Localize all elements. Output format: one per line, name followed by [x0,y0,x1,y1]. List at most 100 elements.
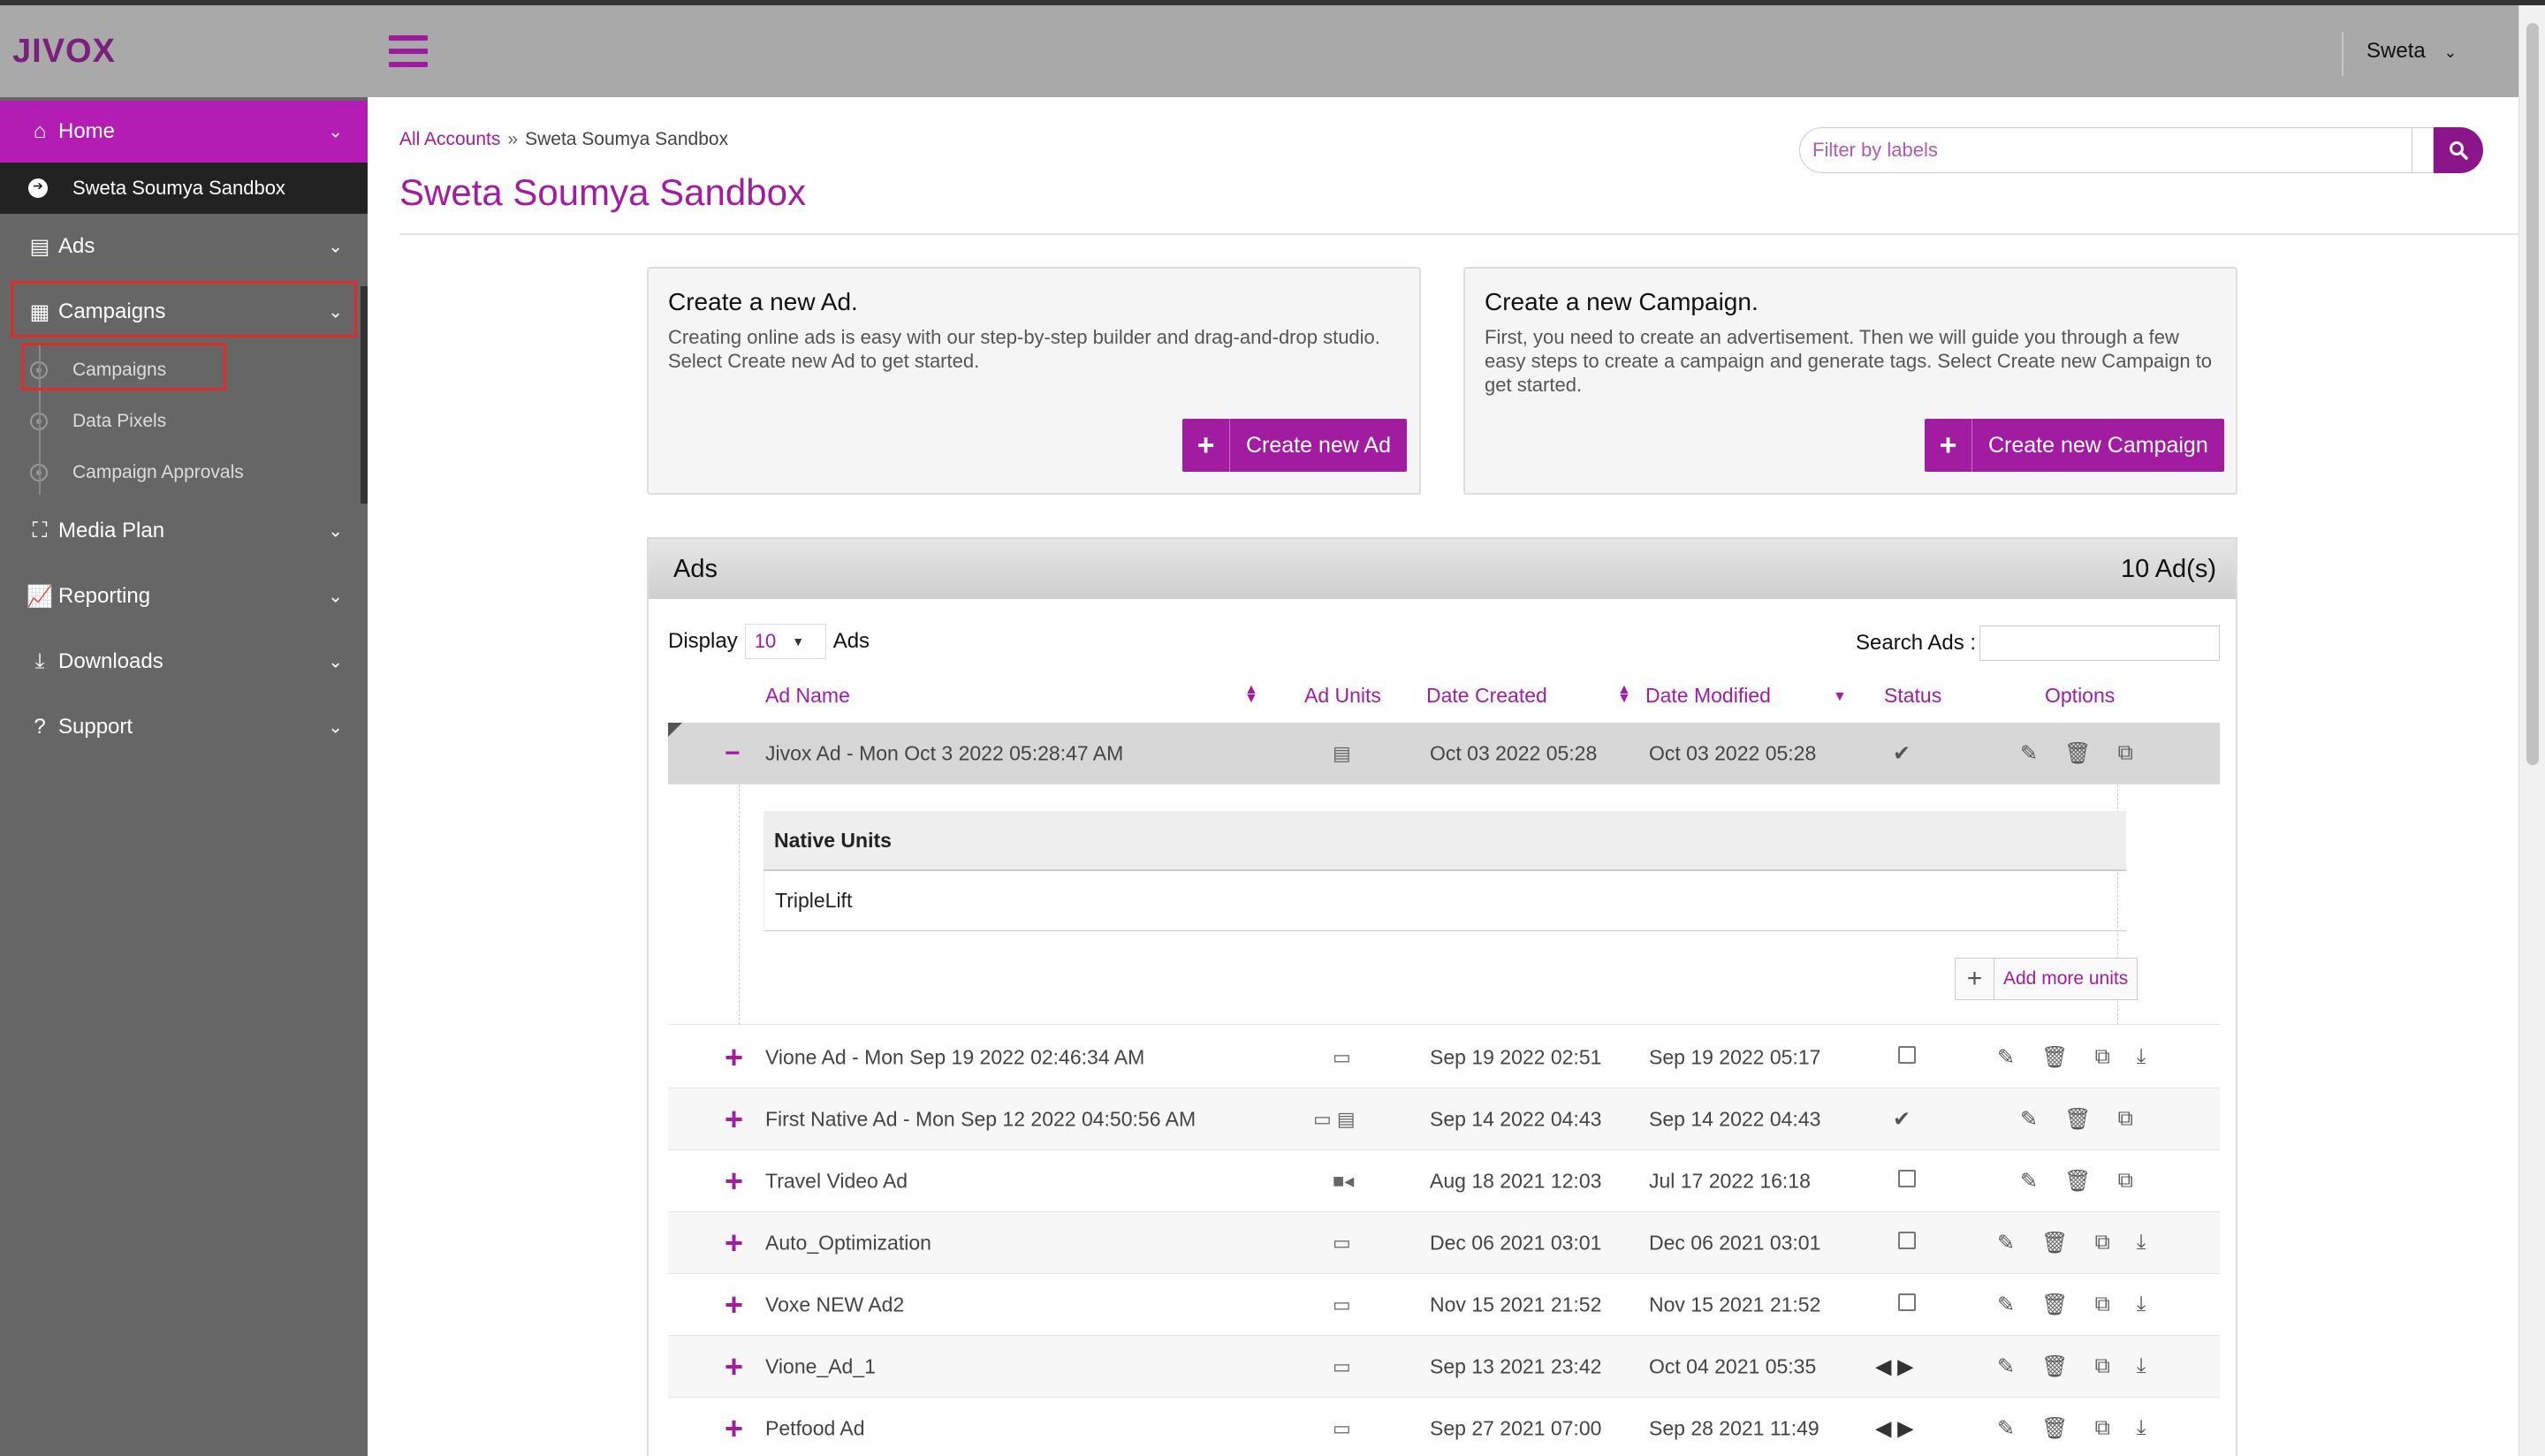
expand-icon[interactable]: + [725,1039,743,1076]
column-status[interactable]: Status [1884,684,1941,708]
download-icon[interactable]: ⤓ [2137,1292,2146,1317]
table-row[interactable]: + First Native Ad - Mon Sep 12 2022 04:5… [668,1088,2220,1150]
expand-icon[interactable]: + [725,1348,743,1385]
sidebar-item-reporting[interactable]: 📈 Reporting ⌄ [0,564,368,629]
breadcrumb-all-accounts[interactable]: All Accounts [399,129,500,149]
sidebar-item-label: Reporting [58,584,151,608]
sidebar-item-downloads[interactable]: ⤓ Downloads ⌄ [0,629,368,694]
ad-name[interactable]: Jivox Ad - Mon Oct 3 2022 05:28:47 AM [765,741,1123,765]
column-ad-name[interactable]: Ad Name [765,684,850,708]
expand-icon[interactable]: + [725,1410,743,1447]
search-button[interactable] [2434,127,2483,173]
table-row[interactable]: + Travel Video Ad ■◂ Aug 18 2021 12:03 J… [668,1150,2220,1212]
column-date-created[interactable]: Date Created [1426,684,1547,708]
collapse-icon[interactable]: − [725,739,741,769]
sidebar-item-home[interactable]: ⌂ Home ⌄ [0,101,368,163]
ad-name[interactable]: Travel Video Ad [765,1169,908,1193]
edit-icon[interactable]: ✎ [2020,1168,2038,1194]
logo[interactable]: JIVOX [12,33,116,71]
download-icon[interactable]: ⤓ [2137,1230,2146,1255]
arrow-right-icon[interactable]: ▶ [1897,1416,1913,1440]
sidebar-item-ads[interactable]: ▤ Ads ⌄ [0,214,368,279]
sidebar-item-media-plan[interactable]: ⛶ Media Plan ⌄ [0,498,368,564]
sort-icon[interactable]: ▲ ▼ [1244,683,1258,706]
display-count-select[interactable]: 10 ▼ [744,624,826,659]
user-menu[interactable]: Sweta ⌄ [2366,39,2457,64]
sidebar-subitem-data-pixels[interactable]: Data Pixels [0,396,368,447]
copy-icon[interactable]: ⧉ [2095,1044,2110,1070]
search-ads-input[interactable] [1979,626,2220,661]
edit-icon[interactable]: ✎ [2020,740,2038,766]
create-new-ad-button[interactable]: + Create new Ad [1182,419,1407,472]
copy-icon[interactable]: ⧉ [2095,1354,2110,1379]
native-unit-item[interactable]: TripleLift [764,871,2126,931]
status-arrows[interactable]: ◀ ▶ [1875,1354,1914,1379]
edit-icon[interactable]: ✎ [1997,1354,2015,1379]
column-date-modified[interactable]: Date Modified [1645,684,1771,708]
copy-icon[interactable]: ⧉ [2095,1415,2110,1441]
ad-name[interactable]: Voxe NEW Ad2 [765,1293,904,1316]
download-icon[interactable]: ⤓ [2137,1415,2146,1441]
sort-desc-icon[interactable]: ▼ [1833,690,1847,704]
add-more-units-button[interactable]: + Add more units [1955,958,2139,1000]
trash-icon[interactable]: 🗑 [2041,1354,2068,1379]
ad-name[interactable]: Petfood Ad [765,1416,865,1440]
edit-icon[interactable]: ✎ [1997,1044,2015,1070]
ad-name[interactable]: Auto_Optimization [765,1231,931,1255]
highlight-campaigns-subitem [21,343,226,391]
sidebar-item-label: Sweta Soumya Sandbox [72,177,285,199]
table-row[interactable]: + Petfood Ad ▭ Sep 27 2021 07:00 Sep 28 … [668,1398,2220,1456]
expand-icon[interactable]: + [725,1163,743,1200]
card-title: Create a new Ad. [668,288,858,315]
scrollbar-thumb[interactable] [2526,23,2539,765]
copy-icon[interactable]: ⧉ [2118,1106,2133,1132]
download-icon[interactable]: ⤓ [2137,1044,2146,1070]
expand-icon[interactable]: + [725,1286,743,1323]
status-checkbox[interactable] [1896,1169,1916,1194]
sort-icon[interactable]: ▲ ▼ [1617,683,1631,706]
expand-icon[interactable]: + [725,1225,743,1262]
trash-icon[interactable]: 🗑 [2064,740,2091,766]
status-checkbox[interactable] [1896,1293,1916,1317]
arrow-left-icon[interactable]: ◀ [1875,1354,1891,1378]
edit-icon[interactable]: ✎ [1997,1230,2015,1255]
edit-icon[interactable]: ✎ [2020,1106,2038,1132]
arrow-right-icon[interactable]: ▶ [1897,1354,1913,1378]
copy-icon[interactable]: ⧉ [2118,1168,2133,1194]
sidebar-current-account[interactable]: ➔ Sweta Soumya Sandbox [0,163,368,214]
sidebar-subitem-campaign-approvals[interactable]: Campaign Approvals [0,447,368,498]
table-row[interactable]: + Voxe NEW Ad2 ▭ Nov 15 2021 21:52 Nov 1… [668,1274,2220,1336]
edit-icon[interactable]: ✎ [1997,1292,2015,1317]
expand-icon[interactable]: + [725,1101,743,1138]
ad-name[interactable]: Vione_Ad_1 [765,1354,876,1378]
table-row[interactable]: + Vione Ad - Mon Sep 19 2022 02:46:34 AM… [668,1027,2220,1088]
arrow-left-icon[interactable]: ◀ [1875,1416,1891,1440]
ad-name[interactable]: Vione Ad - Mon Sep 19 2022 02:46:34 AM [765,1045,1144,1069]
trash-icon[interactable]: 🗑 [2041,1292,2068,1317]
status-arrows[interactable]: ◀ ▶ [1875,1415,1914,1441]
page-scrollbar[interactable] [2518,5,2545,1456]
filter-labels-input[interactable] [1799,127,2412,173]
trash-icon[interactable]: 🗑 [2064,1168,2091,1194]
ad-name[interactable]: First Native Ad - Mon Sep 12 2022 04:50:… [765,1107,1196,1131]
status-checkbox[interactable] [1896,1045,1916,1070]
copy-icon[interactable]: ⧉ [2118,740,2133,766]
table-row[interactable]: + Vione_Ad_1 ▭ Sep 13 2021 23:42 Oct 04 … [668,1336,2220,1398]
status-checkbox[interactable] [1896,1231,1916,1255]
edit-icon[interactable]: ✎ [1997,1415,2015,1441]
table-row[interactable]: − Jivox Ad - Mon Oct 3 2022 05:28:47 AM … [668,723,2220,785]
trash-icon[interactable]: 🗑 [2041,1230,2068,1255]
copy-icon[interactable]: ⧉ [2095,1292,2110,1317]
display-label: Display [668,629,738,653]
trash-icon[interactable]: 🗑 [2041,1415,2068,1441]
trash-icon[interactable]: 🗑 [2064,1106,2091,1132]
create-new-campaign-button[interactable]: + Create new Campaign [1925,419,2224,472]
button-label: Create new Campaign [1988,432,2208,458]
sidebar-item-support[interactable]: ? Support ⌄ [0,694,368,760]
hamburger-menu-icon[interactable] [389,35,428,67]
download-icon[interactable]: ⤓ [2137,1354,2146,1379]
copy-icon[interactable]: ⧉ [2095,1230,2110,1255]
trash-icon[interactable]: 🗑 [2041,1044,2068,1070]
table-row[interactable]: + Auto_Optimization ▭ Dec 06 2021 03:01 … [668,1212,2220,1274]
column-ad-units[interactable]: Ad Units [1304,684,1381,708]
